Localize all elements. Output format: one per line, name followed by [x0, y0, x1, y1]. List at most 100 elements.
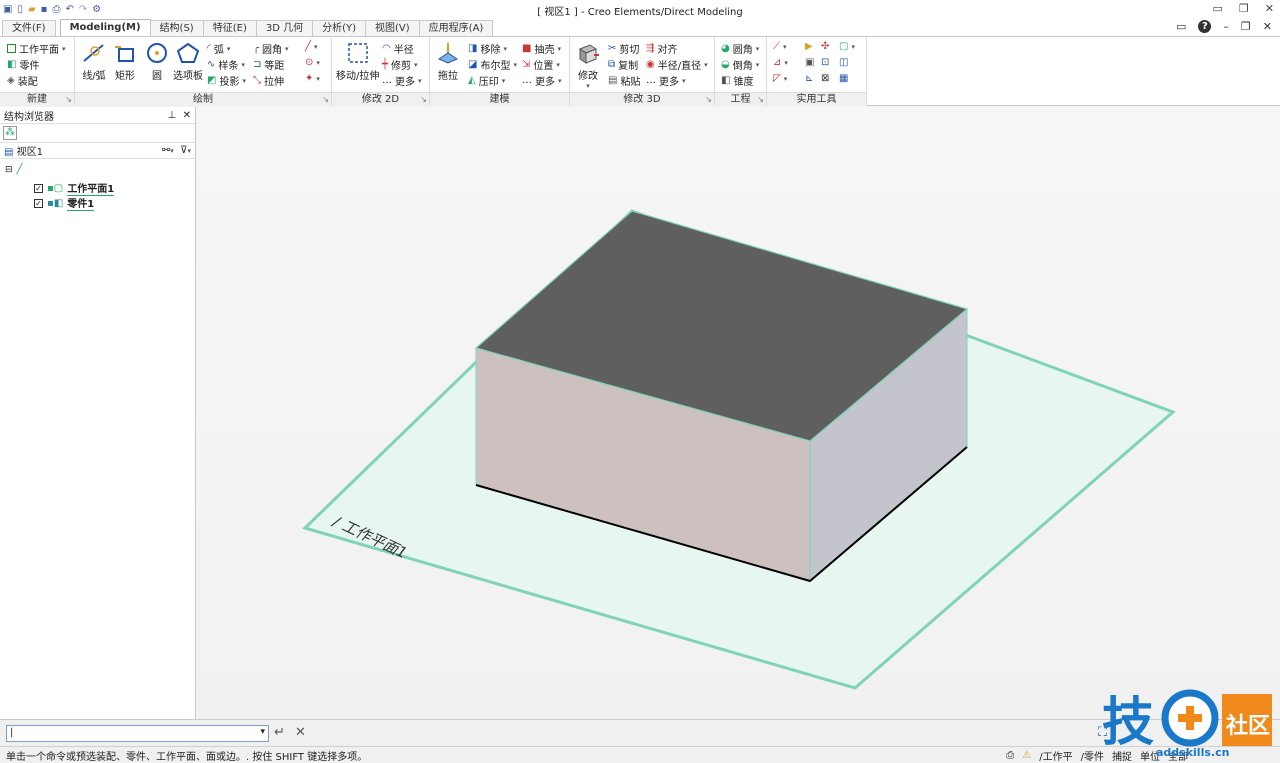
tab-file[interactable]: 文件(F) [2, 20, 56, 36]
copy-button[interactable]: ⧉ 复制 [608, 57, 638, 72]
group-draw-label: 绘制 [75, 92, 331, 106]
radius-diameter-button[interactable]: ◉ 半径/直径 ▾ [646, 57, 708, 72]
doc-restore-icon[interactable]: ❐ [1241, 20, 1251, 33]
calculator-tool[interactable]: ▦ [839, 73, 848, 84]
tree-view-icon[interactable]: ⁂ [3, 126, 17, 140]
pull-button[interactable]: 拖拉 [436, 41, 460, 82]
open-folder-icon[interactable]: ▰ [28, 3, 36, 17]
remove-button[interactable]: ◨ 移除 ▾ [468, 41, 507, 56]
mass-tool[interactable]: ⊡ [821, 57, 829, 68]
tree-item-workplane[interactable]: ✓ ▪▢ 工作平面1 [34, 180, 115, 196]
check-dropdown[interactable]: ◸ ▾ [773, 73, 787, 84]
modify-button[interactable]: 修改 ▾ [576, 41, 600, 90]
circle-button[interactable]: 圆 [145, 41, 169, 82]
move-stretch-button[interactable]: 移动/拉伸 [336, 41, 379, 82]
convert-tool[interactable]: ⊠ [821, 73, 829, 84]
enter-icon[interactable]: ↵ [274, 725, 285, 740]
warning-icon[interactable]: ⚠ [1022, 750, 1031, 761]
polygon-button[interactable]: 选项板 [173, 41, 203, 82]
doc-minimize-icon[interactable]: – [1223, 20, 1229, 33]
tab-structure[interactable]: 结构(S) [149, 20, 204, 36]
print-preview-icon[interactable]: ⎙ [52, 3, 60, 17]
arc-icon: ◜ [207, 43, 211, 54]
viewport-3d[interactable]: / 工作平面1 [197, 107, 1280, 719]
line-arc-button[interactable]: 线/弧 [81, 41, 107, 82]
move-stretch-icon [347, 43, 368, 63]
visibility-checkbox[interactable]: ✓ [34, 183, 43, 193]
pin-icon[interactable]: ⊥ [168, 110, 177, 121]
spline-button[interactable]: ∿ 样条 ▾ [207, 57, 245, 72]
tree-root[interactable]: ⊟ ╱ [5, 164, 23, 175]
close-icon[interactable]: ✕ [1265, 2, 1274, 15]
undo-icon[interactable]: ↶ [65, 3, 73, 17]
axis-tool[interactable]: ⊾ [805, 73, 813, 84]
dropdown-icon[interactable]: ▾ [260, 727, 265, 737]
tree-item-part[interactable]: ✓ ▪◧ 零件1 [34, 195, 95, 211]
cut-button[interactable]: ✂ 剪切 [608, 41, 639, 56]
tab-3d-geometry[interactable]: 3D 几何 [255, 20, 314, 36]
position-button[interactable]: ⇲ 位置 ▾ [522, 57, 560, 72]
view-selector[interactable]: ▤ 视区1 ⚯▾ ⊽▾ [0, 142, 195, 159]
ribbon-minimize-icon[interactable]: ▭ [1176, 20, 1186, 33]
tab-modeling[interactable]: Modeling(M) [59, 19, 151, 36]
assembly-button[interactable]: ◈ 装配 [7, 73, 38, 88]
app-icon[interactable]: ▣ [3, 3, 12, 17]
rectangle-button[interactable]: 矩形 [113, 41, 137, 82]
redo-icon[interactable]: ↷ [79, 3, 87, 17]
workplane-button[interactable]: 工作平面 ▾ [7, 41, 66, 56]
customize-icon[interactable]: ⚙ [92, 3, 101, 17]
align-button[interactable]: ⇶ 对齐 [646, 41, 677, 56]
tab-view[interactable]: 视图(V) [365, 20, 420, 36]
dialog-launcher-icon[interactable]: ↘ [757, 95, 764, 104]
measure-dropdown[interactable]: ⟋ ▾ [773, 41, 787, 52]
arc-button[interactable]: ◜ 弧 ▾ [207, 41, 230, 56]
dialog-launcher-icon[interactable]: ↘ [420, 95, 427, 104]
chamfer-button[interactable]: ◒ 倒角 ▾ [721, 57, 759, 72]
frame-dropdown[interactable]: ▢ ▾ [839, 41, 855, 52]
close-icon[interactable]: ✕ [183, 110, 191, 121]
select-tool[interactable]: ▶ [805, 41, 813, 52]
project-button[interactable]: ◩ 投影 ▾ [207, 73, 246, 88]
radius-button[interactable]: ◠ 半径 [382, 41, 414, 56]
line-dropdown[interactable]: ╱ ▾ [305, 41, 318, 52]
tab-applications[interactable]: 应用程序(A) [418, 20, 494, 36]
part-button[interactable]: ◧ 零件 [7, 57, 39, 72]
taper-button[interactable]: ◧ 锥度 [721, 73, 753, 88]
dialog-launcher-icon[interactable]: ↘ [65, 95, 72, 104]
model-canvas[interactable]: / 工作平面1 [197, 107, 1280, 719]
paste-button[interactable]: ▤ 粘贴 [608, 73, 640, 88]
more-3d-button[interactable]: … 更多 ▾ [646, 73, 686, 88]
stretch-button[interactable]: ⤡ 拉伸 [253, 73, 284, 88]
visibility-checkbox[interactable]: ✓ [34, 198, 43, 208]
dialog-launcher-icon[interactable]: ↘ [322, 95, 329, 104]
minimize-icon[interactable]: ▭ [1213, 2, 1223, 15]
shell-button[interactable]: ■ 抽壳 ▾ [522, 41, 561, 56]
fillet-2d-button[interactable]: ╭ 圆角 ▾ [253, 41, 289, 56]
tab-features[interactable]: 特征(E) [202, 20, 257, 36]
save-icon[interactable]: ▪ [41, 3, 48, 17]
printer-icon[interactable]: ⎙ [1006, 750, 1014, 761]
boolean-button[interactable]: ◪ 布尔型 ▾ [468, 57, 517, 72]
new-file-icon[interactable]: ▯ [17, 3, 23, 17]
point-dropdown[interactable]: ⊙ ▾ [305, 57, 320, 68]
doc-close-icon[interactable]: ✕ [1263, 20, 1272, 33]
render-tool[interactable]: ◫ [839, 57, 848, 68]
construction-dropdown[interactable]: ✦ ▾ [305, 73, 320, 84]
offset-button[interactable]: ⊐ 等距 [253, 57, 284, 72]
more-2d-button[interactable]: … 更多 ▾ [382, 73, 422, 88]
more-model-button[interactable]: … 更多 ▾ [522, 73, 562, 88]
dialog-launcher-icon[interactable]: ↘ [705, 95, 712, 104]
tab-analysis[interactable]: 分析(Y) [312, 20, 367, 36]
cancel-icon[interactable]: ✕ [295, 725, 306, 740]
picker-tool[interactable]: ✣ [821, 41, 829, 52]
status-workplane[interactable]: /工作平 [1039, 748, 1072, 763]
help-icon[interactable]: ? [1198, 20, 1212, 33]
imprint-button[interactable]: ◭ 压印 ▾ [468, 73, 505, 88]
restore-icon[interactable]: ❐ [1239, 2, 1249, 15]
command-input[interactable]: | ▾ [6, 725, 269, 742]
trim-button[interactable]: ┿ 修剪 ▾ [382, 57, 418, 72]
bounding-tool[interactable]: ▣ [805, 57, 814, 68]
blend-button[interactable]: ◕ 圆角 ▾ [721, 41, 759, 56]
collapse-icon[interactable]: ⊟ [5, 165, 13, 175]
dimension-dropdown[interactable]: ⊿ ▾ [773, 57, 788, 68]
